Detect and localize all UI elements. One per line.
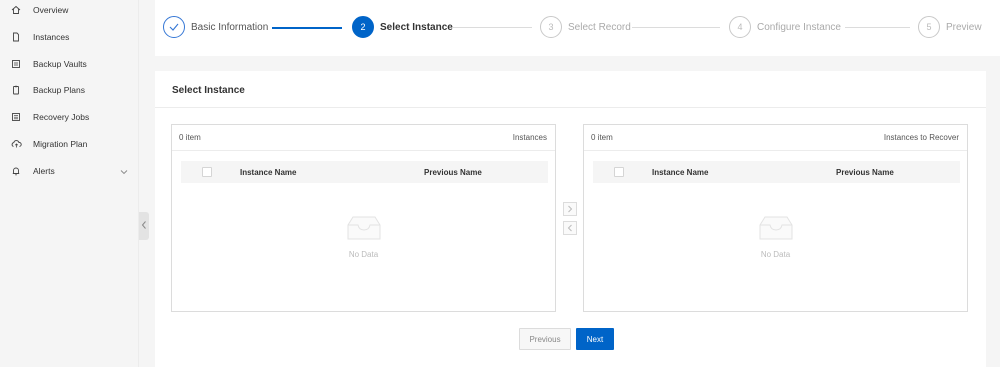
table-header: Instance Name Previous Name [593,161,960,183]
column-header-instance-name: Instance Name [652,168,709,177]
home-icon [10,4,22,16]
step-select-instance: 2 Select Instance [352,16,453,38]
chevron-left-icon [141,219,147,233]
step-label: Select Record [568,21,631,33]
sidebar-item-label: Migration Plan [33,139,88,149]
step-select-record: 3 Select Record [540,16,631,38]
page-title: Select Instance [172,85,245,96]
list-icon [10,111,22,123]
panel-title: Instances [512,133,547,142]
step-preview: 5 Preview [918,16,982,38]
step-number: 3 [540,16,562,38]
bell-icon [10,165,22,177]
select-all-checkbox[interactable] [202,167,212,177]
panel-header: 0 item Instances to Recover [584,125,967,151]
item-count: 0 item [179,133,201,142]
sidebar-item-alerts[interactable]: Alerts [0,158,139,184]
sidebar-item-label: Recovery Jobs [33,112,90,122]
source-instances-panel: 0 item Instances Instance Name Previous … [171,124,556,312]
column-header-previous-name: Previous Name [836,168,894,177]
step-connector [452,27,532,28]
column-header-instance-name: Instance Name [240,168,297,177]
sidebar: Overview Instances Backup Vaults Backup … [0,0,139,367]
step-number: 5 [918,16,940,38]
sidebar-item-recovery-jobs[interactable]: Recovery Jobs [0,104,139,130]
instances-to-recover-panel: 0 item Instances to Recover Instance Nam… [583,124,968,312]
sidebar-item-overview[interactable]: Overview [0,0,139,23]
move-right-button[interactable] [563,202,577,216]
sidebar-collapse-handle[interactable] [139,212,149,240]
sidebar-item-instances[interactable]: Instances [0,24,139,50]
previous-button[interactable]: Previous [519,328,571,350]
file-icon [10,31,22,43]
sidebar-item-backup-plans[interactable]: Backup Plans [0,77,139,103]
step-label: Select Instance [380,21,453,33]
clipboard-icon [10,84,22,96]
empty-state-text: No Data [760,250,791,259]
cloud-icon [10,138,22,150]
sidebar-item-backup-vaults[interactable]: Backup Vaults [0,51,139,77]
chevron-right-icon [567,202,573,216]
steps-bar: Basic Information 2 Select Instance 3 Se… [155,0,1000,56]
empty-inbox-icon [756,215,796,244]
checkmark-icon [163,16,185,38]
sidebar-item-label: Instances [33,32,70,42]
sidebar-item-label: Backup Plans [33,85,85,95]
sidebar-item-label: Overview [33,5,69,15]
sidebar-item-label: Backup Vaults [33,59,87,69]
step-label: Preview [946,21,982,33]
step-label: Basic Information [191,21,269,33]
empty-state-text: No Data [348,250,379,259]
move-left-button[interactable] [563,221,577,235]
step-label: Configure Instance [757,21,841,33]
step-connector [845,27,910,28]
vault-icon [10,58,22,70]
step-number: 2 [352,16,374,38]
select-instance-card: Select Instance 0 item Instances Instanc… [155,71,986,367]
column-header-previous-name: Previous Name [424,168,482,177]
table-header: Instance Name Previous Name [181,161,548,183]
select-all-checkbox[interactable] [614,167,624,177]
chevron-left-icon [567,221,573,235]
sidebar-item-migration-plan[interactable]: Migration Plan [0,131,139,157]
item-count: 0 item [591,133,613,142]
next-button[interactable]: Next [576,328,614,350]
panel-header: 0 item Instances [172,125,555,151]
step-number: 4 [729,16,751,38]
chevron-down-icon[interactable] [119,166,129,176]
sidebar-item-label: Alerts [33,166,55,176]
step-basic-information: Basic Information [163,16,268,38]
step-connector [272,27,342,29]
step-configure-instance: 4 Configure Instance [729,16,841,38]
panel-title: Instances to Recover [883,133,959,142]
empty-inbox-icon [344,215,384,244]
step-connector [632,27,720,28]
divider [155,107,986,108]
